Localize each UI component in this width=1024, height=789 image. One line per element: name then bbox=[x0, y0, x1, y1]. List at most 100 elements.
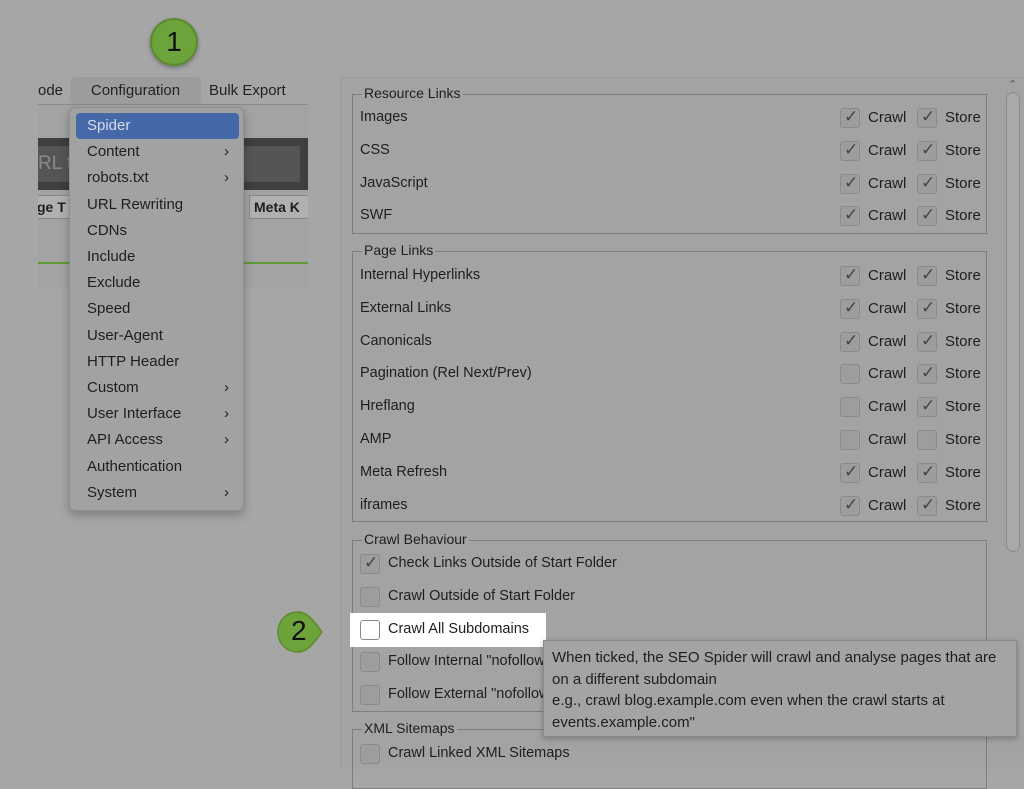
store-checkbox[interactable] bbox=[917, 173, 937, 194]
menu-item-include[interactable]: Include bbox=[76, 244, 239, 270]
chevron-right-icon: › bbox=[224, 169, 229, 187]
crawl-checkbox[interactable] bbox=[840, 140, 860, 161]
subdomain-tooltip: When ticked, the SEO Spider will crawl a… bbox=[543, 640, 1017, 737]
step-1-badge: 1 bbox=[150, 18, 198, 66]
store-label: Store bbox=[945, 332, 981, 350]
menu-item-label: Spider bbox=[87, 117, 131, 134]
page-links-title: Page Links bbox=[362, 242, 436, 258]
store-checkbox[interactable] bbox=[917, 107, 937, 128]
menu-item-cdns[interactable]: CDNs bbox=[76, 218, 239, 244]
crawl-checkbox[interactable] bbox=[840, 265, 860, 286]
menu-mode[interactable]: ode bbox=[38, 77, 63, 104]
chevron-right-icon: › bbox=[224, 405, 229, 423]
store-checkbox[interactable] bbox=[917, 363, 937, 385]
store-label: Store bbox=[945, 365, 981, 383]
store-checkbox[interactable] bbox=[917, 265, 937, 286]
menu-item-url-rewriting[interactable]: URL Rewriting bbox=[76, 192, 239, 218]
store-checkbox[interactable] bbox=[917, 140, 937, 161]
tab-meta-keywords[interactable]: Meta K bbox=[249, 195, 308, 219]
crawl-label: Crawl bbox=[868, 496, 907, 514]
crawl-checkbox[interactable] bbox=[840, 173, 860, 194]
menu-item-user-agent[interactable]: User-Agent bbox=[76, 323, 239, 349]
menu-item-label: Exclude bbox=[87, 274, 141, 292]
page_links-row-label: Pagination (Rel Next/Prev) bbox=[360, 365, 532, 382]
tooltip-line: e.g., crawl blog.example.com even when t… bbox=[552, 692, 945, 709]
crawl-label: Crawl bbox=[868, 109, 907, 126]
menu-item-label: Content bbox=[87, 143, 140, 161]
tooltip-line: events.example.com" bbox=[552, 713, 695, 731]
menu-bulk-export[interactable]: Bulk Export bbox=[209, 77, 286, 104]
store-checkbox[interactable] bbox=[917, 298, 937, 319]
scrollbar[interactable] bbox=[1006, 92, 1020, 552]
store-checkbox[interactable] bbox=[917, 462, 937, 483]
crawl-checkbox[interactable] bbox=[840, 205, 860, 227]
crawl_behaviour-label: Follow Internal "nofollow bbox=[388, 653, 545, 670]
menu-item-exclude[interactable]: Exclude bbox=[76, 270, 239, 296]
crawl_behaviour-label: Follow External "nofollow bbox=[388, 686, 550, 703]
menu-item-label: API Access bbox=[87, 431, 163, 449]
crawl-label: Crawl bbox=[868, 332, 907, 350]
chevron-right-icon: › bbox=[224, 143, 229, 161]
crawl_behaviour-checkbox[interactable] bbox=[360, 685, 380, 706]
menu-item-spider[interactable]: Spider bbox=[76, 113, 239, 139]
resource-links-title: Resource Links bbox=[362, 85, 463, 101]
configuration-menu: Spider Content › robots.txt › URL Rewriting CD… bbox=[69, 107, 244, 511]
crawl-checkbox[interactable] bbox=[840, 364, 860, 385]
resource_links-row-label: JavaScript bbox=[360, 174, 428, 191]
menu-item-robots-txt[interactable]: robots.txt › bbox=[76, 165, 239, 191]
menu-item-user-interface[interactable]: User Interface › bbox=[76, 401, 239, 427]
store-label: Store bbox=[945, 463, 981, 481]
store-checkbox[interactable] bbox=[917, 205, 937, 227]
menu-configuration[interactable]: Configuration bbox=[70, 77, 201, 104]
store-label: Store bbox=[945, 207, 981, 225]
menu-item-api-access[interactable]: API Access › bbox=[76, 427, 239, 453]
store-label: Store bbox=[945, 299, 981, 317]
page_links-row-label: Canonicals bbox=[360, 332, 432, 349]
store-label: Store bbox=[945, 398, 981, 416]
chevron-right-icon: › bbox=[224, 431, 229, 449]
crawl_behaviour-label: Check Links Outside of Start Folder bbox=[388, 555, 617, 571]
xml-sitemaps-title: XML Sitemaps bbox=[362, 720, 457, 736]
tab-page-title[interactable]: ge T bbox=[38, 195, 72, 219]
crawl-checkbox[interactable] bbox=[840, 331, 860, 352]
crawl_behaviour-checkbox[interactable] bbox=[360, 553, 380, 574]
crawl-checkbox[interactable] bbox=[840, 430, 860, 450]
crawl_behaviour-checkbox[interactable] bbox=[360, 619, 380, 640]
menu-item-content[interactable]: Content › bbox=[76, 139, 239, 165]
store-checkbox[interactable] bbox=[917, 430, 937, 450]
step-2-number: 2 bbox=[291, 615, 307, 646]
resource_links-row-label: Images bbox=[360, 109, 408, 125]
page_links-row-label: Hreflang bbox=[360, 398, 415, 415]
store-checkbox[interactable] bbox=[917, 495, 937, 516]
store-label: Store bbox=[945, 109, 981, 126]
menu-item-authentication[interactable]: Authentication bbox=[76, 454, 239, 480]
scroll-up-icon[interactable]: ⌃ bbox=[1008, 78, 1017, 91]
store-checkbox[interactable] bbox=[917, 331, 937, 352]
menu-item-label: System bbox=[87, 483, 138, 501]
crawl_behaviour-checkbox[interactable] bbox=[360, 586, 380, 607]
crawl-label: Crawl bbox=[868, 267, 907, 284]
crawl-checkbox[interactable] bbox=[840, 397, 860, 418]
store-checkbox[interactable] bbox=[917, 396, 937, 418]
store-label: Store bbox=[945, 174, 981, 192]
crawl-checkbox[interactable] bbox=[840, 495, 860, 516]
page_links-row-label: iframes bbox=[360, 496, 408, 513]
menu-item-label: User Interface bbox=[87, 405, 182, 423]
menu-item-system[interactable]: System › bbox=[76, 480, 239, 506]
menu-item-speed[interactable]: Speed bbox=[76, 296, 239, 322]
menu-item-label: robots.txt bbox=[87, 169, 149, 187]
crawl_behaviour-checkbox[interactable] bbox=[360, 652, 380, 673]
crawl-checkbox[interactable] bbox=[840, 298, 860, 319]
xml_sitemaps-checkbox[interactable] bbox=[360, 744, 380, 764]
menu-item-http-header[interactable]: HTTP Header bbox=[76, 349, 239, 375]
chevron-right-icon: › bbox=[224, 379, 229, 396]
menu-item-label: User-Agent bbox=[87, 326, 163, 344]
page_links-row-label: AMP bbox=[360, 431, 392, 447]
menu-item-custom[interactable]: Custom › bbox=[76, 375, 239, 401]
crawl-label: Crawl bbox=[868, 299, 907, 317]
tooltip-line: on a different subdomain bbox=[552, 670, 717, 688]
crawl-label: Crawl bbox=[868, 207, 907, 225]
crawl-checkbox[interactable] bbox=[840, 107, 860, 128]
crawl-checkbox[interactable] bbox=[840, 462, 860, 483]
menu-item-label: Authentication bbox=[87, 457, 183, 475]
